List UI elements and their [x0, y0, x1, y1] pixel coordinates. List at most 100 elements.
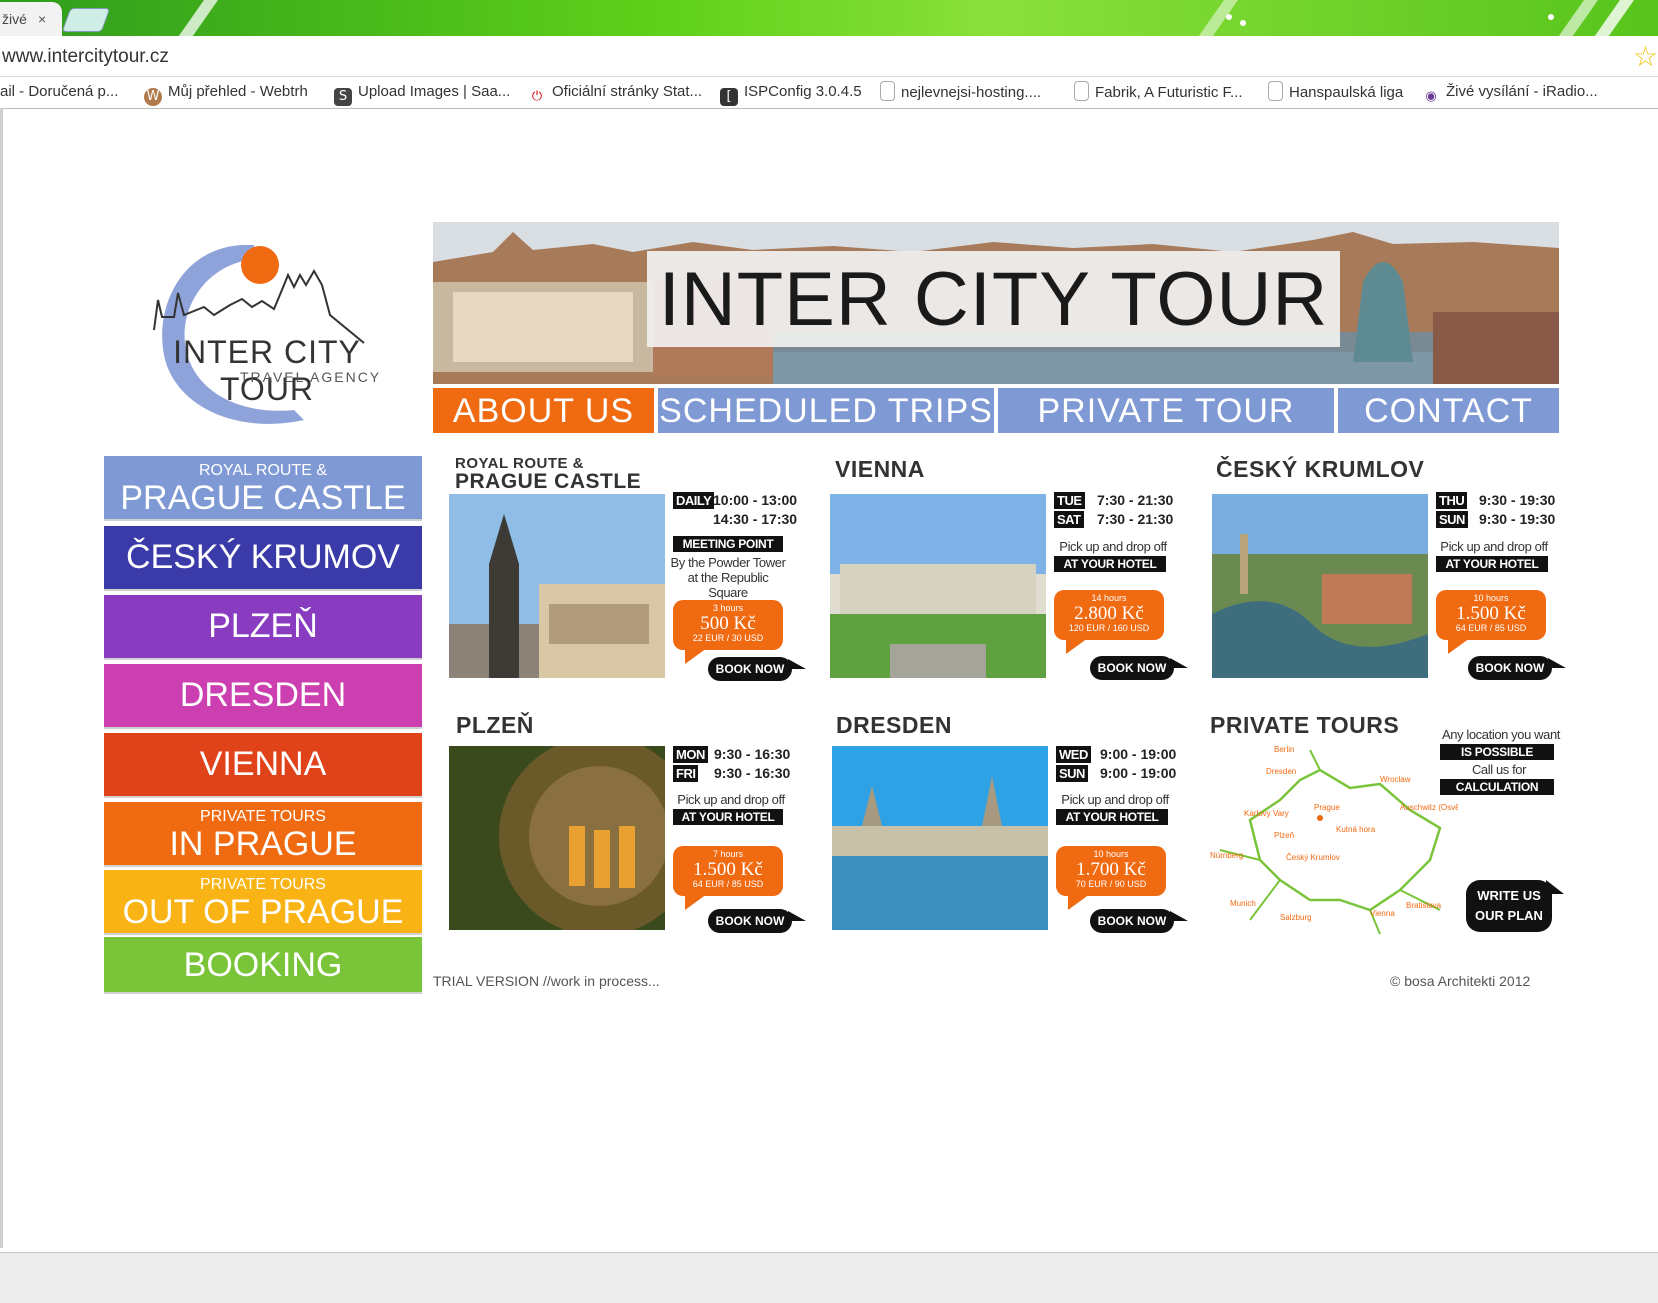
page-icon: [880, 81, 895, 101]
price-bubble: 14 hours 2.800 Kč 120 EUR / 160 USD: [1054, 590, 1164, 654]
schedule-time: 10:00 - 13:00: [713, 492, 798, 508]
sidebar-item-vienna[interactable]: VIENNA: [104, 733, 422, 796]
sidebar-item-private-in-prague[interactable]: PRIVATE TOURS IN PRAGUE: [104, 802, 422, 865]
bookmark-item[interactable]: W Můj přehled - Webtrh: [144, 81, 308, 106]
bookmark-star-icon[interactable]: ☆: [1633, 40, 1658, 73]
browser-status-bar: [0, 1252, 1658, 1303]
webtrh-icon: W: [144, 88, 162, 106]
pickup-text: Pick up and drop off: [1440, 539, 1548, 554]
schedule-time: 14:30 - 17:30: [713, 511, 798, 527]
hotel-tag: AT YOUR HOTEL: [1054, 556, 1166, 572]
upload-icon: S: [334, 88, 352, 106]
schedule-time: 7:30 - 21:30: [1097, 511, 1174, 527]
page-icon: [1268, 81, 1283, 101]
meeting-point-text: at the Republic Square: [687, 570, 769, 600]
bookmark-item[interactable]: Hanspaulská liga: [1268, 81, 1403, 104]
map-city-label: Bratislava: [1406, 901, 1442, 910]
banner-title: INTER CITY TOUR: [658, 257, 1329, 342]
hotel-tag: AT YOUR HOTEL: [1056, 809, 1168, 825]
browser-tab[interactable]: živé ×: [0, 2, 62, 36]
schedule-time: 7:30 - 21:30: [1097, 492, 1174, 508]
schedule-time: 9:30 - 16:30: [714, 746, 791, 762]
private-tour-text: Any location you want: [1441, 727, 1561, 742]
price-bubble: 10 hours 1.700 Kč 70 EUR / 90 USD: [1056, 846, 1166, 910]
window-edge: [0, 108, 3, 1248]
ispconfig-icon: [: [720, 88, 738, 106]
book-now-button[interactable]: BOOK NOW: [1468, 656, 1566, 680]
hotel-tag: AT YOUR HOTEL: [673, 809, 783, 825]
map-city-label: Auschwitz (Osvětim): [1400, 803, 1458, 812]
map-city-label: Prague: [1314, 803, 1340, 812]
map-city-label: Munich: [1230, 899, 1256, 908]
bookmark-item[interactable]: ⏻ Oficiální stránky Stat...: [528, 81, 702, 106]
sidebar-item-prague-castle[interactable]: ROYAL ROUTE & PRAGUE CASTLE: [104, 456, 422, 519]
czech-map-image: Berlin Dresden Wroclaw Prague Karlovy Va…: [1210, 745, 1458, 935]
schedule-day: THU: [1436, 492, 1468, 509]
bookmark-item[interactable]: S Upload Images | Saa...: [334, 81, 510, 106]
trip-title-private-tours: PRIVATE TOURS: [1210, 712, 1400, 738]
tab-close-icon[interactable]: ×: [38, 2, 46, 36]
price-bubble: 3 hours 500 Kč 22 EUR / 30 USD: [673, 600, 783, 664]
calculation-tag: CALCULATION: [1440, 779, 1554, 795]
bookmark-item[interactable]: ◉ Živé vysílání - iRadio...: [1422, 81, 1598, 106]
address-bar[interactable]: www.intercitytour.cz ☆: [0, 36, 1658, 77]
radio-icon: ◉: [1422, 88, 1440, 106]
possible-tag: IS POSSIBLE: [1440, 744, 1554, 760]
schedule-day: SAT: [1054, 511, 1084, 528]
bookmark-item[interactable]: Fabrik, A Futuristic F...: [1074, 81, 1243, 104]
write-us-button[interactable]: WRITE US OUR PLAN: [1466, 880, 1564, 932]
price-bubble: 7 hours 1.500 Kč 64 EUR / 85 USD: [673, 846, 783, 910]
bookmark-item[interactable]: ail - Doručená p...: [0, 81, 118, 103]
map-city-label: Český Krumlov: [1286, 853, 1340, 862]
trip-title-cesky-krumlov: ČESKÝ KRUMLOV: [1216, 456, 1425, 482]
new-tab-button[interactable]: [61, 8, 111, 32]
url-text[interactable]: www.intercitytour.cz: [2, 46, 169, 68]
private-tour-text: Call us for: [1471, 762, 1527, 777]
schedule-time: 9:00 - 19:00: [1100, 765, 1177, 781]
nav-contact[interactable]: CONTACT: [1338, 388, 1559, 433]
book-now-button[interactable]: BOOK NOW: [1090, 909, 1188, 933]
map-city-label: Wroclaw: [1380, 775, 1411, 784]
sidebar-item-private-out-of-prague[interactable]: PRIVATE TOURS OUT OF PRAGUE: [104, 870, 422, 933]
hotel-tag: AT YOUR HOTEL: [1436, 556, 1548, 572]
book-now-button[interactable]: BOOK NOW: [708, 909, 806, 933]
bookmarks-bar: ail - Doručená p... W Můj přehled - Webtr…: [0, 77, 1658, 109]
map-city-label: Karlovy Vary: [1244, 809, 1289, 818]
copyright: © bosa Architekti 2012: [1390, 973, 1531, 989]
logo-subtitle: TRAVEL AGENCY: [240, 369, 382, 385]
sidebar-item-cesky-krumlov[interactable]: ČESKÝ KRUMOV: [104, 526, 422, 589]
meeting-point-text: By the Powder Tower: [670, 555, 786, 570]
map-city-label: Vienna: [1370, 909, 1395, 918]
pickup-text: Pick up and drop off: [677, 792, 785, 807]
sidebar-item-dresden[interactable]: DRESDEN: [104, 664, 422, 727]
schedule-day: FRI: [673, 765, 699, 782]
nav-scheduled-trips[interactable]: SCHEDULED TRIPS: [658, 388, 994, 433]
trip-title-prague-castle: ROYAL ROUTE & PRAGUE CASTLE: [455, 455, 642, 493]
nav-private-tour[interactable]: PRIVATE TOUR: [998, 388, 1334, 433]
trial-version-note: TRIAL VERSION //work in process...: [433, 973, 660, 989]
book-now-button[interactable]: BOOK NOW: [708, 657, 806, 681]
powder-tower-photo: [449, 494, 665, 678]
pickup-text: Pick up and drop off: [1059, 539, 1167, 554]
schedule-time: 9:00 - 19:00: [1100, 746, 1177, 762]
trip-title-dresden: DRESDEN: [836, 712, 952, 738]
pickup-text: Pick up and drop off: [1061, 792, 1169, 807]
bookmark-item[interactable]: nejlevnejsi-hosting....: [880, 81, 1041, 104]
sidebar-item-booking[interactable]: BOOKING: [104, 937, 422, 992]
sidebar-item-plzen[interactable]: PLZEŇ: [104, 595, 422, 658]
book-now-button[interactable]: BOOK NOW: [1090, 656, 1188, 680]
schedule-time: 9:30 - 19:30: [1479, 511, 1556, 527]
price-bubble: 10 hours 1.500 Kč 64 EUR / 85 USD: [1436, 590, 1546, 654]
map-city-label: Dresden: [1266, 767, 1296, 776]
nav-about-us[interactable]: ABOUT US: [433, 388, 654, 433]
schedule-time: 9:30 - 19:30: [1479, 492, 1556, 508]
map-city-label: Nürnberg: [1210, 851, 1243, 860]
plzen-beer-cellar-photo: [449, 746, 665, 930]
vienna-palace-photo: [830, 494, 1046, 678]
schedule-day: DAILY: [673, 492, 715, 509]
dresden-skyline-photo: [832, 746, 1048, 930]
schedule-day: SUN: [1056, 765, 1088, 782]
schedule-time: 9:30 - 16:30: [714, 765, 791, 781]
bookmark-item[interactable]: [ISPConfig 3.0.4.5: [720, 81, 862, 106]
map-city-label: Plzeň: [1274, 831, 1294, 840]
